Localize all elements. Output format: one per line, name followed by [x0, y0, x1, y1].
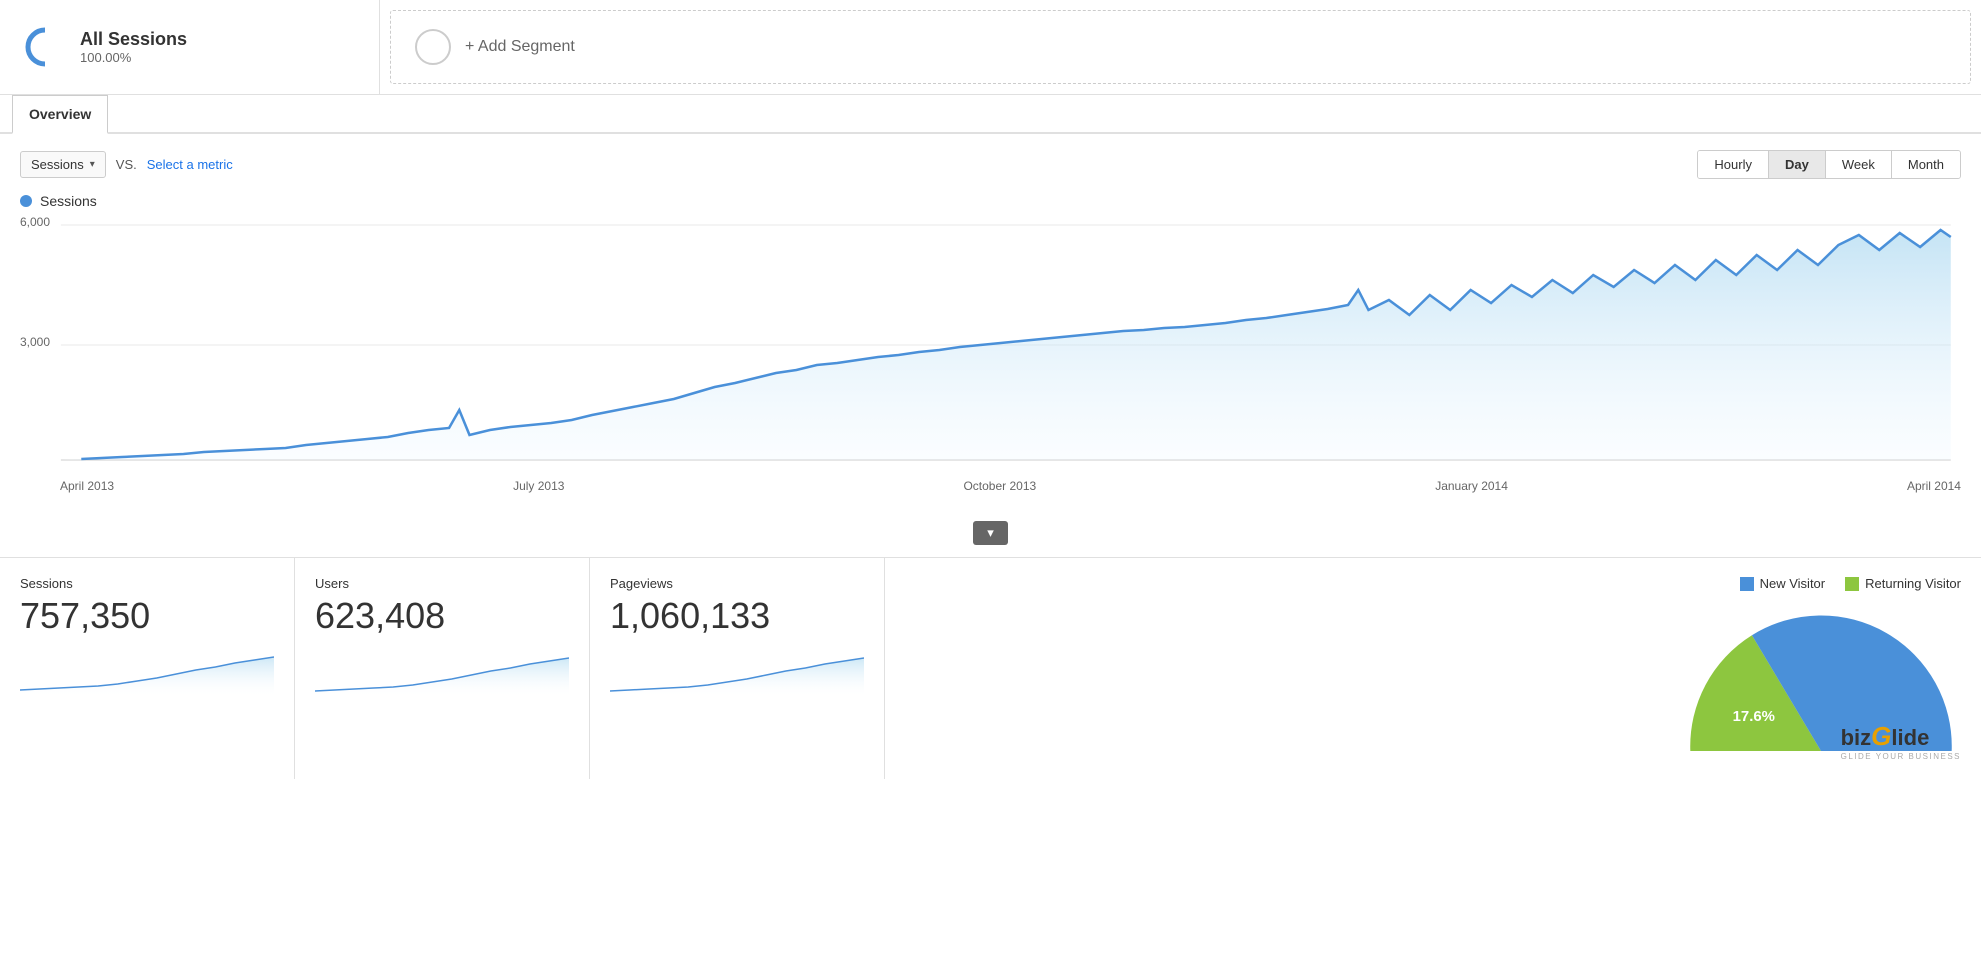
x-label-jan2014: January 2014: [1435, 479, 1508, 493]
new-visitor-legend: New Visitor: [1740, 576, 1826, 591]
tab-overview[interactable]: Overview: [12, 95, 108, 134]
sessions-stat-card: Sessions 757,350: [0, 558, 295, 779]
users-stat-value: 623,408: [315, 595, 569, 637]
segment-bar: All Sessions 100.00% + Add Segment: [0, 0, 1981, 95]
x-label-jul2013: July 2013: [513, 479, 564, 493]
time-btn-day[interactable]: Day: [1769, 151, 1826, 178]
add-segment-button[interactable]: + Add Segment: [390, 10, 1971, 84]
logo-G: G: [1871, 721, 1891, 751]
dropdown-arrow-icon: ▾: [90, 159, 95, 170]
returning-visitor-legend: Returning Visitor: [1845, 576, 1961, 591]
time-btn-month[interactable]: Month: [1892, 151, 1960, 178]
chart-legend: Sessions: [20, 193, 1961, 209]
sessions-mini-chart: [20, 645, 274, 695]
time-btn-week[interactable]: Week: [1826, 151, 1892, 178]
metric-label: Sessions: [31, 157, 84, 172]
chart-section: Sessions ▾ VS. Select a metric Hourly Da…: [0, 134, 1981, 557]
chart-controls-left: Sessions ▾ VS. Select a metric: [20, 151, 233, 178]
all-sessions-segment[interactable]: All Sessions 100.00%: [0, 0, 380, 94]
new-visitor-label: New Visitor: [1760, 576, 1826, 591]
time-btn-hourly[interactable]: Hourly: [1698, 151, 1769, 178]
main-chart: 6,000 3,000 April 2013 July 2013 Octo: [20, 215, 1961, 515]
chart-divider: ▾: [20, 515, 1961, 557]
vs-label: VS.: [116, 157, 137, 172]
chart-expand-button[interactable]: ▾: [973, 521, 1008, 545]
add-segment-circle-icon: [415, 29, 451, 65]
segment-title: All Sessions: [80, 29, 187, 50]
x-label-apr2013: April 2013: [60, 479, 114, 493]
sessions-stat-value: 757,350: [20, 595, 274, 637]
logo-tagline: GLIDE YOUR BUSINESS: [1841, 752, 1961, 761]
add-segment-label: + Add Segment: [465, 38, 575, 56]
tab-bar: Overview: [0, 95, 1981, 134]
chart-controls: Sessions ▾ VS. Select a metric Hourly Da…: [20, 150, 1961, 179]
logo-lide: lide: [1891, 725, 1929, 750]
pageviews-stat-card: Pageviews 1,060,133: [590, 558, 885, 779]
pie-legend: New Visitor Returning Visitor: [1740, 576, 1961, 591]
users-stat-label: Users: [315, 576, 569, 591]
time-buttons-group: Hourly Day Week Month: [1697, 150, 1961, 179]
pageviews-stat-value: 1,060,133: [610, 595, 864, 637]
bizglide-logo: bizGlide GLIDE YOUR BUSINESS: [1841, 721, 1961, 761]
pageviews-stat-label: Pageviews: [610, 576, 864, 591]
new-visitor-color-swatch: [1740, 577, 1754, 591]
sessions-icon: [24, 26, 66, 68]
sessions-stat-label: Sessions: [20, 576, 274, 591]
metric-dropdown[interactable]: Sessions ▾: [20, 151, 106, 178]
x-axis: April 2013 July 2013 October 2013 Januar…: [20, 475, 1961, 493]
users-stat-card: Users 623,408: [295, 558, 590, 779]
pie-chart-container: 17.6% bizGlide GLIDE YOUR BUSINESS: [1681, 601, 1961, 761]
users-mini-chart: [315, 645, 569, 695]
returning-visitor-label: Returning Visitor: [1865, 576, 1961, 591]
svg-text:17.6%: 17.6%: [1733, 708, 1775, 725]
select-metric-link[interactable]: Select a metric: [147, 157, 233, 172]
line-chart-svg: [20, 215, 1961, 475]
x-label-oct2013: October 2013: [963, 479, 1036, 493]
logo-text: bizGlide: [1841, 725, 1930, 750]
returning-visitor-color-swatch: [1845, 577, 1859, 591]
segment-percentage: 100.00%: [80, 50, 187, 65]
pageviews-mini-chart: [610, 645, 864, 695]
x-label-apr2014: April 2014: [1907, 479, 1961, 493]
sessions-legend-dot: [20, 195, 32, 207]
pie-section: New Visitor Returning Visitor 17.6%: [885, 558, 1981, 779]
sessions-legend-label: Sessions: [40, 193, 97, 209]
stats-section: Sessions 757,350 Users 623,408: [0, 557, 1981, 779]
